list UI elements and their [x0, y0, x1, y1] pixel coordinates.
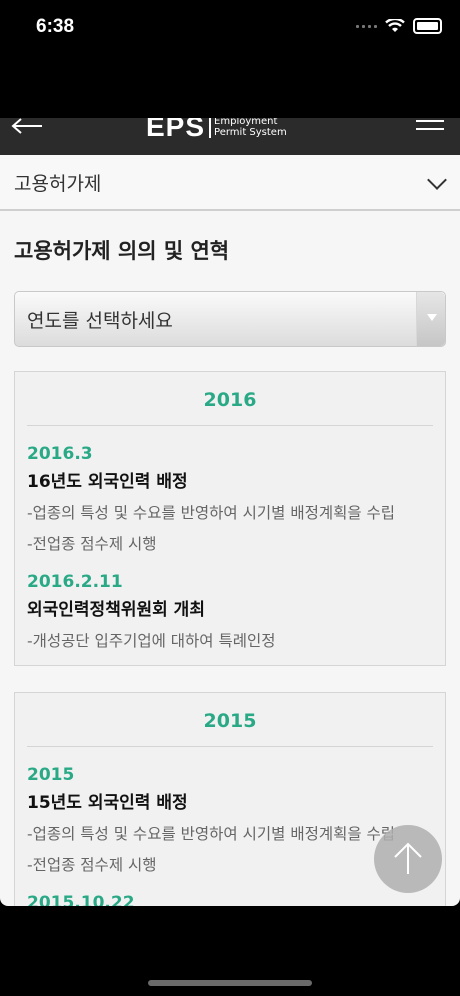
status-time: 6:38	[36, 16, 75, 37]
section-dropdown-label: 고용허가제	[14, 173, 102, 195]
event-title: 16년도 외국인력 배정	[27, 472, 188, 492]
logo-text: Employment Permit System	[209, 118, 287, 138]
event-detail: -업종의 특성 및 수요를 반영하여 시기별 배정계획을 수립	[27, 825, 396, 843]
event-title: 외국인력정책위원회 개최	[27, 600, 205, 620]
year-select[interactable]: 연도를 선택하세요	[14, 291, 446, 347]
history-event: 2015.10.22	[27, 875, 433, 906]
logo-mark: EPS	[146, 118, 206, 142]
year-heading: 2016	[27, 372, 433, 426]
history-event: 2016.2.11 외국인력정책위원회 개최 -개성공단 입주기업에 대하여 특…	[27, 554, 433, 651]
scroll-to-top-button[interactable]	[374, 825, 442, 893]
home-indicator[interactable]	[148, 980, 312, 986]
chevron-down-icon	[427, 170, 447, 190]
history-event: 2015 15년도 외국인력 배정 -업종의 특성 및 수요를 반영하여 시기별…	[27, 747, 433, 875]
history-event: 2016.3 16년도 외국인력 배정 -업종의 특성 및 수요를 반영하여 시…	[27, 426, 433, 554]
select-arrow-icon	[416, 292, 445, 346]
event-date: 2015	[27, 765, 75, 785]
wifi-icon	[385, 19, 405, 32]
year-heading: 2015	[27, 693, 433, 747]
status-icons	[356, 18, 442, 34]
logo-line-1: Employment	[214, 118, 278, 127]
event-date: 2015.10.22	[27, 893, 135, 906]
event-title: 15년도 외국인력 배정	[27, 793, 188, 813]
menu-icon-bar	[416, 120, 444, 122]
menu-button[interactable]	[416, 120, 444, 134]
event-detail: -업종의 특성 및 수요를 반영하여 시기별 배정계획을 수립	[27, 504, 396, 522]
event-date: 2016.2.11	[27, 572, 123, 592]
event-date: 2016.3	[27, 444, 93, 464]
menu-icon-bar	[416, 128, 444, 130]
back-arrow-icon	[11, 118, 42, 134]
top-navigation-bar: EPS Employment Permit System	[0, 118, 460, 155]
status-bar: 6:38	[0, 0, 460, 56]
back-button[interactable]	[10, 118, 50, 144]
event-detail: -전업종 점수제 시행	[27, 535, 157, 553]
logo-line-2: Permit System	[214, 127, 287, 138]
section-dropdown[interactable]: 고용허가제	[0, 155, 460, 211]
arrow-up-icon	[394, 842, 422, 874]
year-card-2016: 2016 2016.3 16년도 외국인력 배정 -업종의 특성 및 수요를 반…	[14, 371, 446, 666]
event-detail: -전업종 점수제 시행	[27, 856, 157, 874]
battery-icon	[413, 18, 442, 34]
page-title: 고용허가제 의의 및 연혁	[14, 239, 230, 263]
app-window: EPS Employment Permit System 고용허가제 고용허가제…	[0, 118, 460, 906]
main-content: 고용허가제 의의 및 연혁 연도를 선택하세요 2016 2016.3 16년도…	[0, 235, 460, 906]
eps-logo: EPS Employment Permit System	[146, 118, 287, 142]
year-select-value: 연도를 선택하세요	[27, 310, 173, 332]
event-detail: -개성공단 입주기업에 대하여 특례인정	[27, 632, 276, 650]
cellular-signal-icon	[356, 24, 377, 28]
